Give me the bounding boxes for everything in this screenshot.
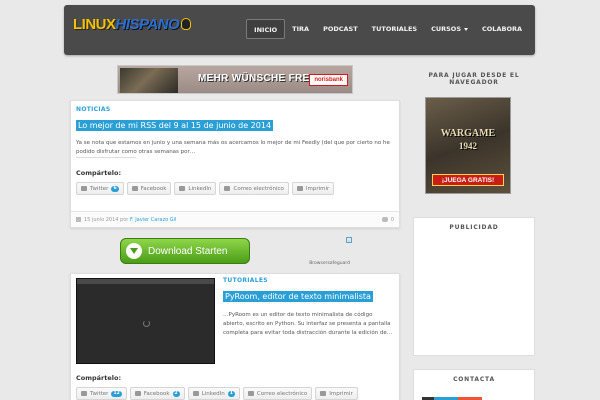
post-title[interactable]: Lo mejor de mi RSS del 9 al 15 de junio … [76,120,274,131]
sidebar-browser-games: PARA JUGAR DESDE EL NAVEGADOR WARGAME 19… [413,70,535,195]
divider [76,157,136,158]
share-twitter-label: Twitter [90,390,109,397]
ad-brand-logo: norisbank [309,74,348,86]
sidebar-widget-title: PUBLICIDAD [449,224,499,231]
share-linkedin-label: LinkedIn [201,390,225,397]
game-year: 1942 [459,141,477,151]
ad-info-icon[interactable]: i [346,237,352,243]
chevron-down-icon [464,27,469,31]
post-category[interactable]: NOTICIAS [76,106,273,113]
share-label: Compártelo: [76,374,122,382]
linkedin-icon [192,391,199,396]
download-label: Download Starten [148,245,228,257]
share-email-label: Correo electrónico [233,185,284,192]
post-excerpt: Ya se nota que estamos en junio y una se… [76,140,390,155]
nav-cursos-label: CURSOS [431,25,462,33]
play-free-button[interactable]: ¡JUEGA GRATIS! [432,174,504,186]
share-facebook-button[interactable]: Facebook 2 [129,387,185,400]
nav-podcast[interactable]: PODCAST [316,19,365,39]
site-logo[interactable]: LINUX HISPANO [73,13,192,35]
share-count: 6 [111,185,119,192]
thumbnail-titlebar [77,279,214,284]
post-card: NOTICIAS Lo mejor de mi RSS del 9 al 15 … [70,100,400,228]
sidebar-ads: PUBLICIDAD [413,217,535,356]
post-category[interactable]: TUTORIALES [223,277,373,284]
ad-source: Browsersafeguard [309,261,350,266]
share-linkedin-button[interactable]: LinkedIn [174,182,217,195]
email-icon [247,391,254,396]
post-header: TUTORIALES PyRoom, editor de texto minim… [223,277,373,303]
share-facebook-label: Facebook [140,185,167,192]
nav-cursos[interactable]: CURSOS [424,19,475,39]
post-meta: 15 junio 2014 por F. Javier Carazo Gil 0 [71,211,399,227]
share-twitter-label: Twitter [90,185,109,192]
share-facebook-label: Facebook [143,390,170,397]
download-arrow-icon [126,243,142,259]
tux-icon [181,18,192,30]
print-icon [320,391,327,396]
share-count: 1 [227,390,235,397]
ad-headline: MEHR WÜNSCHE FREI! [198,73,317,84]
facebook-icon [131,186,138,191]
sidebar-contact: CONTACTA [413,369,535,400]
share-buttons: Twitter 12 Facebook 2 LinkedIn 1 Correo ele… [76,387,358,400]
share-buttons: Twitter 6 Facebook LinkedIn Correo electr… [76,182,335,195]
share-facebook-button[interactable]: Facebook [126,182,172,195]
twitter-icon [81,391,87,396]
logo-hispano-text: HISPANO [115,15,180,33]
post-title[interactable]: PyRoom, editor de texto minimalista [223,291,373,302]
share-label: Compártelo: [76,169,122,177]
top-navbar: LINUX HISPANO INICIO TIRA PODCAST TUTORI… [64,5,535,55]
share-count: 2 [172,390,180,397]
share-email-button[interactable]: Correo electrónico [242,387,313,400]
nav-tira[interactable]: TIRA [285,19,316,39]
post-card: TUTORIALES PyRoom, editor de texto minim… [70,273,400,400]
linkedin-icon [179,186,186,191]
share-linkedin-label: LinkedIn [188,185,212,192]
share-email-button[interactable]: Correo electrónico [219,182,289,195]
download-start-button[interactable]: Download Starten [120,238,250,264]
sidebar-widget-title: PARA JUGAR DESDE EL NAVEGADOR [428,72,520,86]
main-nav: INICIO TIRA PODCAST TUTORIALES CURSOS CO… [246,19,529,39]
nav-inicio[interactable]: INICIO [246,19,286,39]
email-icon [224,186,231,191]
share-linkedin-button[interactable]: LinkedIn 1 [187,387,240,400]
share-email-label: Correo electrónico [256,390,308,397]
comment-bubble-icon [381,217,388,222]
share-print-button[interactable]: Imprimir [291,182,335,195]
share-twitter-button[interactable]: Twitter 6 [76,182,124,195]
post-date: 15 junio 2014 [84,216,119,223]
facebook-icon [134,391,141,396]
loading-spinner-icon [143,320,150,327]
post-author-link[interactable]: F. Javier Carazo Gil [130,217,176,223]
comments-count: 0 [390,216,394,223]
top-ad-banner[interactable]: MEHR WÜNSCHE FREI! norisbank [117,65,353,94]
share-print-label: Imprimir [329,390,353,397]
calendar-icon [76,217,81,222]
share-print-label: Imprimir [305,185,330,192]
post-header: NOTICIAS Lo mejor de mi RSS del 9 al 15 … [76,106,274,132]
sidebar-widget-title: CONTACTA [453,376,495,383]
post-thumbnail[interactable] [76,278,215,364]
logo-linux-text: LINUX [73,15,116,33]
print-icon [296,186,303,191]
download-ad: Download Starten i Browsersafeguard [118,237,352,267]
share-twitter-button[interactable]: Twitter 12 [76,387,127,400]
game-title: WARGAME [440,128,496,139]
post-by: por [120,216,129,223]
ad-image [120,68,178,93]
twitter-icon [81,186,87,191]
share-print-button[interactable]: Imprimir [315,387,358,400]
nav-colabora[interactable]: COLABORA [475,19,529,39]
game-ad-banner[interactable]: WARGAME 1942 ¡JUEGA GRATIS! [425,97,511,194]
share-count: 12 [111,390,122,397]
nav-tutoriales[interactable]: TUTORIALES [365,19,424,39]
comments-link[interactable]: 0 [381,216,394,223]
post-excerpt: …PyRoom es un editor de texto minimalist… [223,312,393,336]
